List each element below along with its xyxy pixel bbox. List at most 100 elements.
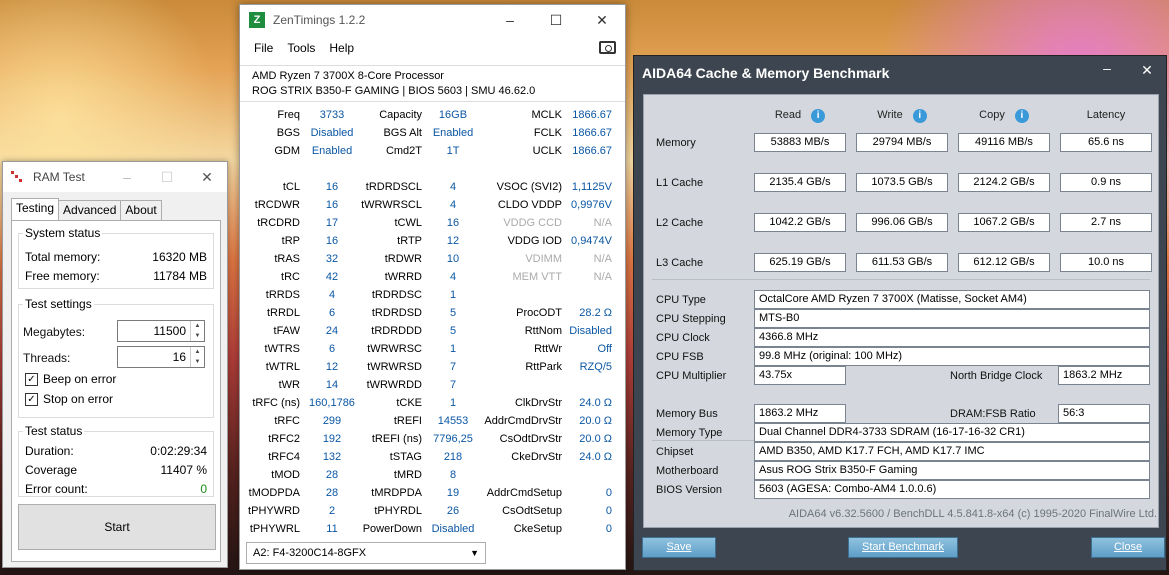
dimm-select[interactable]: A2: F4-3200C14-8GFX ▼ xyxy=(246,542,486,564)
bench-value: 65.6 ns xyxy=(1060,133,1152,152)
timing-value-uclk: 1866.67 xyxy=(572,145,612,157)
stop-on-error-checkbox[interactable]: ✓ Stop on error xyxy=(25,392,113,406)
timing-label-twrwrdd: tWRWRDD xyxy=(366,379,422,391)
close-icon[interactable]: ✕ xyxy=(1134,62,1160,79)
zentimings-title: ZenTimings 1.2.2 xyxy=(273,13,366,27)
zentimings-titlebar[interactable]: Z ZenTimings 1.2.2 – ☐ ✕ xyxy=(240,5,625,35)
timing-label-trrdl: tRRDL xyxy=(266,307,300,319)
save-button[interactable]: Save xyxy=(642,537,716,558)
error-count-label: Error count: xyxy=(25,482,88,496)
ramtest-logo-icon xyxy=(11,171,23,183)
timing-value-trcdrd: 17 xyxy=(325,217,339,229)
megabytes-input[interactable]: 11500 ▲ ▼ xyxy=(117,320,205,342)
close-button[interactable]: Close xyxy=(1091,537,1165,558)
menu-help[interactable]: Help xyxy=(329,41,354,55)
info-icon[interactable]: i xyxy=(912,109,927,123)
threads-input[interactable]: 16 ▲ ▼ xyxy=(117,346,205,368)
zentimings-window: Z ZenTimings 1.2.2 – ☐ ✕ File Tools Help… xyxy=(239,4,626,570)
coverage-value: 11407 % xyxy=(160,463,207,477)
info-icon[interactable]: i xyxy=(1014,109,1029,123)
timing-value-powerdown: Disabled xyxy=(431,523,475,535)
tab-testing[interactable]: Testing xyxy=(11,198,60,220)
timing-value-twrwrscl: 4 xyxy=(449,199,457,211)
start-benchmark-button[interactable]: Start Benchmark xyxy=(848,537,958,558)
timing-label-tphywrl: tPHYWRL xyxy=(249,523,300,535)
tab-advanced[interactable]: Advanced xyxy=(58,200,122,220)
timing-value-twtrl: 12 xyxy=(325,361,339,373)
bios-version-value: 5603 (AGESA: Combo-AM4 1.0.0.6) xyxy=(754,480,1150,499)
beep-on-error-checkbox[interactable]: ✓ Beep on error xyxy=(25,372,116,386)
minimize-icon[interactable]: – xyxy=(1094,60,1120,76)
cpu-fsb-value: 99.8 MHz (original: 100 MHz) xyxy=(754,347,1150,366)
close-icon[interactable]: ✕ xyxy=(579,5,625,35)
tab-about[interactable]: About xyxy=(120,200,162,220)
screenshot-camera-icon[interactable] xyxy=(599,41,616,54)
bench-value: 2.7 ns xyxy=(1060,213,1152,232)
timing-value-addrcmddrvstr: 20.0 Ω xyxy=(579,415,612,427)
header-read: Read i xyxy=(754,109,846,123)
threads-value: 16 xyxy=(172,350,186,364)
timing-value-tmodpda: 28 xyxy=(325,487,339,499)
timing-label-trefi-ns: tREFI (ns) xyxy=(371,433,422,445)
menu-file[interactable]: File xyxy=(254,41,273,55)
timing-label-twrwrsd: tWRWRSD xyxy=(367,361,422,373)
bench-value: 612.12 GB/s xyxy=(958,253,1050,272)
timing-label-trdrdscl: tRDRDSCL xyxy=(365,181,422,193)
timing-value-tmrd: 8 xyxy=(449,469,457,481)
maximize-icon[interactable]: ☐ xyxy=(533,5,579,35)
info-icon[interactable]: i xyxy=(811,109,826,123)
timing-value-trfc: 299 xyxy=(322,415,342,427)
test-settings-group: Test settings Megabytes: 11500 ▲ ▼ Thread… xyxy=(18,297,214,418)
timing-value-clkdrvstr: 24.0 Ω xyxy=(579,397,612,409)
timing-label-tmod: tMOD xyxy=(271,469,300,481)
megabytes-stepper[interactable]: ▲ ▼ xyxy=(190,321,204,341)
timing-value-trp: 16 xyxy=(325,235,339,247)
checkmark-icon: ✓ xyxy=(25,392,38,406)
timing-value-procodt: 28.2 Ω xyxy=(579,307,612,319)
timing-label-bgs-alt: BGS Alt xyxy=(383,127,422,139)
cpu-stepping-label: CPU Stepping xyxy=(656,313,726,325)
timing-label-cldo-vddp: CLDO VDDP xyxy=(497,199,562,211)
timing-label-trfc4: tRFC4 xyxy=(268,451,300,463)
bench-value: 0.9 ns xyxy=(1060,173,1152,192)
cpu-multiplier-label: CPU Multiplier xyxy=(656,370,727,382)
duration-value: 0:02:29:34 xyxy=(150,444,207,458)
timing-value-trfc-ns: 160,1786 xyxy=(309,397,355,409)
timing-label-tphywrd: tPHYWRD xyxy=(248,505,300,517)
timing-value-trdrdsc: 1 xyxy=(449,289,457,301)
timing-label-twtrs: tWTRS xyxy=(264,343,300,355)
threads-stepper[interactable]: ▲ ▼ xyxy=(190,347,204,367)
timing-value-trefi-ns: 7796,25 xyxy=(433,433,473,445)
timing-value-trc: 42 xyxy=(325,271,339,283)
dimm-select-value: A2: F4-3200C14-8GFX xyxy=(253,547,367,559)
timing-label-twrrd: tWRRD xyxy=(384,271,422,283)
ramtest-panel: System status Total memory: 16320 MB Fre… xyxy=(11,220,221,562)
timing-value-rttnom: Disabled xyxy=(569,325,612,337)
timing-value-twrwrdd: 7 xyxy=(449,379,457,391)
timing-value-ckesetup: 0 xyxy=(605,523,612,535)
megabytes-value: 11500 xyxy=(153,324,186,338)
memory-type-value: Dual Channel DDR4-3733 SDRAM (16-17-16-3… xyxy=(754,423,1150,442)
close-icon[interactable]: ✕ xyxy=(187,162,227,192)
header-copy: Copy i xyxy=(958,109,1050,123)
timing-value-tphywrl: 11 xyxy=(326,523,338,535)
cpu-fsb-label: CPU FSB xyxy=(656,351,704,363)
timing-value-bgs-alt: Enabled xyxy=(432,127,474,139)
ramtest-titlebar[interactable]: RAM Test – ☐ ✕ xyxy=(3,162,227,192)
timing-value-cldo-vddp: 0,9976V xyxy=(571,199,612,211)
motherboard-value: Asus ROG Strix B350-F Gaming xyxy=(754,461,1150,480)
motherboard-label: Motherboard xyxy=(656,465,719,477)
timing-value-gdm: Enabled xyxy=(311,145,353,157)
bench-row-label: L3 Cache xyxy=(656,257,704,269)
minimize-icon[interactable]: – xyxy=(487,5,533,35)
cpu-type-value: OctalCore AMD Ryzen 7 3700X (Matisse, So… xyxy=(754,290,1150,309)
timing-value-twtrs: 6 xyxy=(328,343,336,355)
maximize-icon[interactable]: ☐ xyxy=(147,162,187,192)
timing-label-rttwr: RttWr xyxy=(534,343,562,355)
timing-value-tcl: 16 xyxy=(325,181,339,193)
start-button[interactable]: Start xyxy=(18,504,216,550)
timing-value-trrds: 4 xyxy=(328,289,336,301)
minimize-icon[interactable]: – xyxy=(107,162,147,192)
menu-tools[interactable]: Tools xyxy=(287,41,315,55)
timing-value-csodtsetup: 0 xyxy=(605,505,612,517)
